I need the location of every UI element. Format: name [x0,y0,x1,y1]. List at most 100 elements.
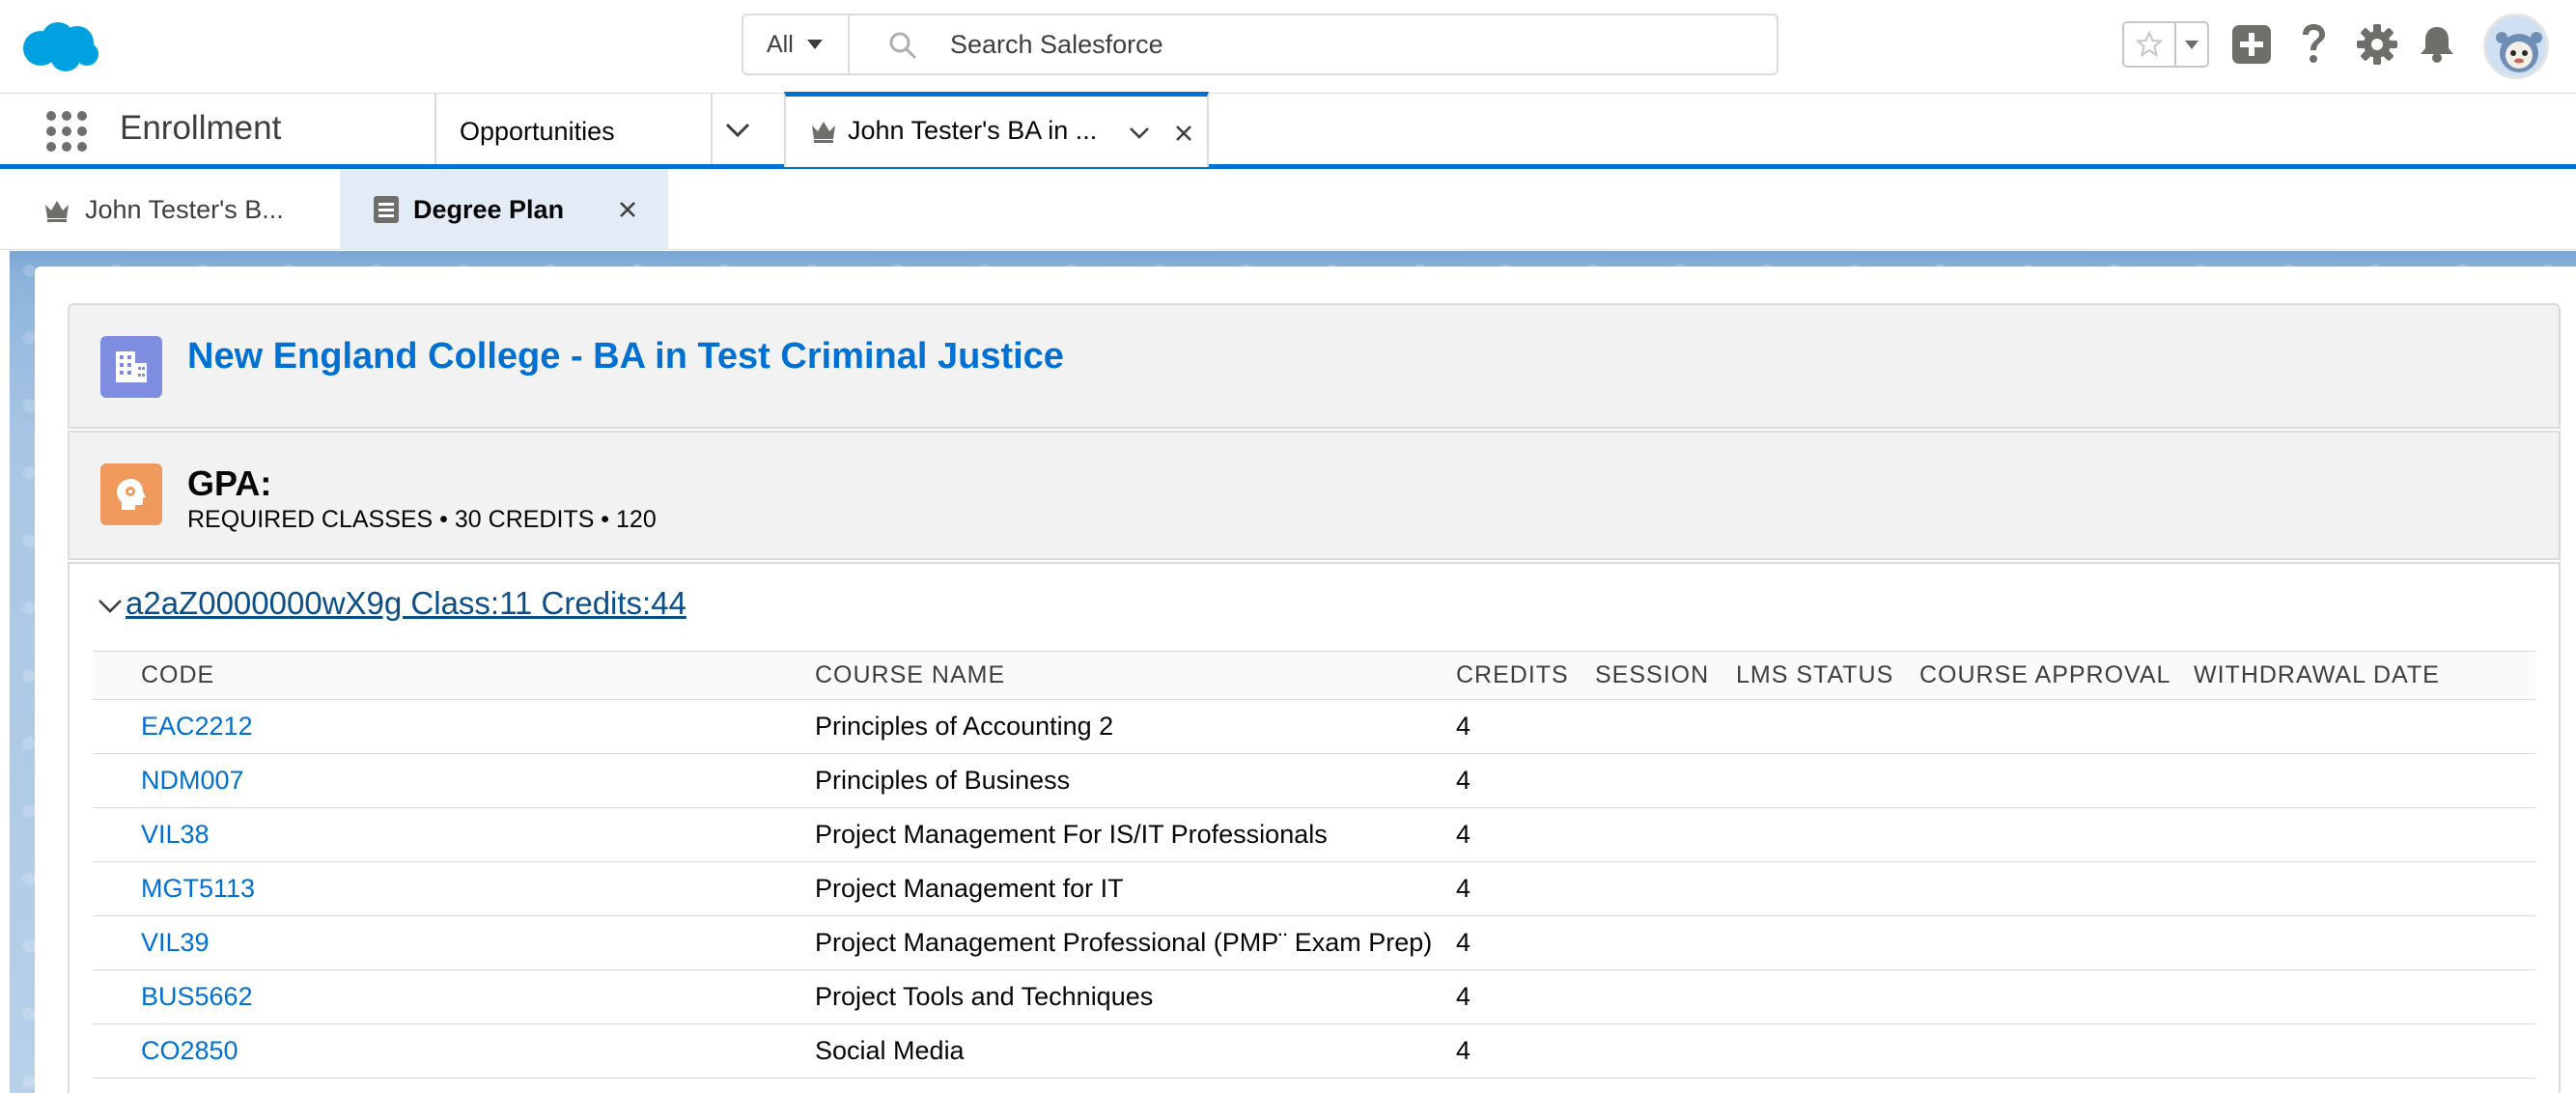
course-code-link[interactable]: EAC2212 [93,699,815,754]
table-row: VIL39 Project Management Professional (P… [93,915,2535,970]
subtab-degree-plan[interactable]: Degree Plan [340,169,668,250]
course-code-link[interactable]: MGT5113 [93,861,815,916]
caret-down-icon [806,40,823,49]
record-title-link[interactable]: New England College - BA in Test Crimina… [187,336,1064,378]
course-name: Project Management For IS/IT Professiona… [815,807,1456,862]
courses-table: CODE COURSE NAME CREDITS SESSION LMS STA… [93,651,2535,1093]
gpa-panel: GPA: REQUIRED CLASSES • 30 CREDITS • 120 [68,431,2561,560]
close-tab-button[interactable] [1164,114,1203,153]
global-search: All [742,14,1778,75]
course-session [1595,969,1736,1024]
search-input[interactable] [950,23,1742,66]
course-approval [1919,861,2194,916]
table-row: VIL38 Project Management For IS/IT Profe… [93,807,2535,862]
column-header-credits[interactable]: CREDITS [1456,651,1595,700]
building-icon [100,336,162,398]
workspace-tab-label: John Tester's BA in ... [848,116,1098,145]
salesforce-cloud-logo[interactable] [19,19,100,73]
course-code-link[interactable] [93,1078,815,1093]
column-header-session[interactable]: SESSION [1595,651,1736,700]
course-name [815,1078,1456,1093]
course-lms-status [1736,1078,1919,1093]
avatar[interactable] [2483,14,2549,79]
course-credits: 4 [1456,753,1595,808]
course-credits: 4 [1456,699,1595,754]
favorites-button[interactable] [2124,23,2176,66]
course-credits: 4 [1456,807,1595,862]
course-code-link[interactable]: VIL39 [93,915,815,970]
course-name: Social Media [815,1023,1456,1079]
search-scope-dropdown[interactable]: All [743,15,850,73]
column-header-withdrawal-date[interactable]: WITHDRAWAL DATE [2194,651,2535,700]
course-name: Project Tools and Techniques [815,969,1456,1024]
bell-icon [2421,27,2453,63]
help-button[interactable] [2290,21,2337,68]
table-row: MGT5113 Project Management for IT 4 [93,861,2535,916]
chevron-down-icon [98,600,122,613]
subtab-bar: John Tester's B... Degree Plan [0,169,2576,250]
nav-divider [434,94,436,164]
favorites-list-button[interactable] [2176,23,2207,66]
question-icon [2303,24,2325,63]
column-header-course-name[interactable]: COURSE NAME [815,651,1456,700]
nav-item-opportunities[interactable]: Opportunities [460,117,615,147]
global-actions-button[interactable] [2228,21,2275,68]
course-withdrawal-date [2194,861,2535,916]
course-code-link[interactable]: VIL38 [93,807,815,862]
column-header-code[interactable]: CODE [93,651,815,700]
head-gear-icon [100,463,162,525]
course-approval [1919,753,2194,808]
course-lms-status [1736,969,1919,1024]
gear-icon [2357,24,2397,65]
course-withdrawal-date [2194,753,2535,808]
table-row [93,1078,2535,1093]
course-session [1595,861,1736,916]
app-navigation-bar: Enrollment Opportunities John Tester's B… [0,92,2576,169]
app-launcher-icon[interactable] [46,111,87,152]
course-code-link[interactable]: CO2850 [93,1023,815,1079]
subtab-label: John Tester's B... [85,194,284,224]
subtab-record[interactable]: John Tester's B... [14,169,338,250]
search-icon [889,32,916,59]
nav-overflow-menu[interactable] [714,109,761,152]
course-session [1595,699,1736,754]
gpa-title: GPA: [187,463,272,503]
column-header-course-approval[interactable]: COURSE APPROVAL [1919,651,2194,700]
crown-icon [45,201,69,222]
course-lms-status [1736,753,1919,808]
workspace-tab-record[interactable]: John Tester's BA in ... [784,92,1209,167]
gpa-subtitle: REQUIRED CLASSES • 30 CREDITS • 120 [187,506,657,533]
nav-divider [711,94,713,164]
course-code-link[interactable]: BUS5662 [93,969,815,1024]
plus-icon [2232,25,2271,64]
course-withdrawal-date [2194,807,2535,862]
subtab-label: Degree Plan [413,194,565,224]
course-session [1595,807,1736,862]
degree-plan-group-panel: a2aZ0000000wX9g Class:11 Credits:44 CODE… [68,562,2561,1093]
close-subtab-button[interactable] [608,190,647,229]
group-link[interactable]: a2aZ0000000wX9g Class:11 Credits:44 [126,585,686,622]
notifications-button[interactable] [2414,21,2460,68]
search-scope-label: All [767,30,794,58]
setup-button[interactable] [2354,21,2400,68]
chevron-down-icon [725,123,750,138]
group-collapse-toggle[interactable] [95,587,126,626]
course-code-link[interactable]: NDM007 [93,753,815,808]
caret-down-icon [2185,40,2198,49]
star-icon [2135,30,2164,58]
course-session [1595,1078,1736,1093]
course-credits: 4 [1456,969,1595,1024]
course-withdrawal-date [2194,915,2535,970]
course-name: Principles of Accounting 2 [815,699,1456,754]
course-credits: 4 [1456,861,1595,916]
table-header-row: CODE COURSE NAME CREDITS SESSION LMS STA… [93,651,2535,700]
course-lms-status [1736,915,1919,970]
course-lms-status [1736,699,1919,754]
column-header-lms-status[interactable]: LMS STATUS [1736,651,1919,700]
course-lms-status [1736,807,1919,862]
course-session [1595,1023,1736,1079]
favorites-group [2122,21,2209,68]
tab-actions-button[interactable] [1120,114,1159,153]
course-credits: 4 [1456,1023,1595,1079]
crown-icon [812,122,835,143]
